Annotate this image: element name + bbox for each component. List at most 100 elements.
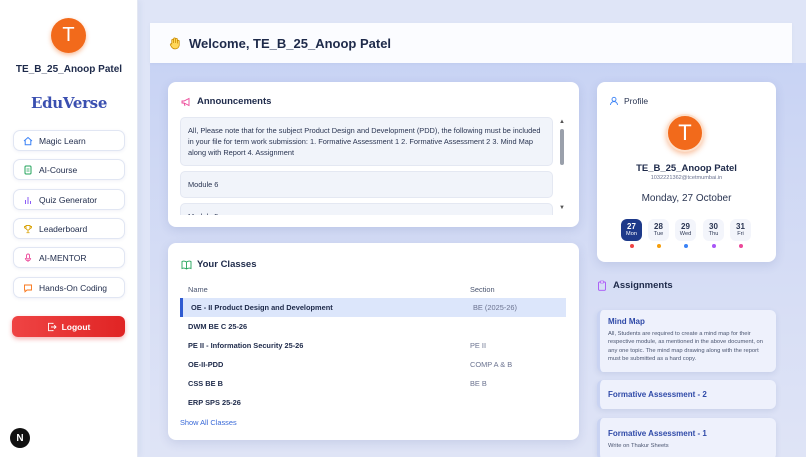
day-number: 30 bbox=[709, 222, 718, 231]
day-weekday: Tue bbox=[653, 231, 664, 237]
sidebar-item-label: Hands-On Coding bbox=[39, 282, 108, 293]
waving-hand-icon bbox=[168, 36, 183, 51]
sidebar-item-leaderboard[interactable]: Leaderboard bbox=[13, 218, 125, 239]
classes-title: Your Classes bbox=[197, 259, 257, 270]
logout-label: Logout bbox=[61, 321, 91, 332]
page-title: Welcome, TE_B_25_Anoop Patel bbox=[189, 35, 392, 51]
scroll-thumb[interactable] bbox=[560, 129, 564, 165]
calendar-day[interactable]: 28 Tue bbox=[648, 219, 669, 241]
class-name: CSS BE B bbox=[188, 379, 223, 388]
dev-badge[interactable]: N bbox=[10, 428, 30, 448]
announcement-item[interactable]: Module 5 bbox=[180, 203, 553, 215]
logout-icon bbox=[47, 322, 57, 332]
trophy-icon bbox=[22, 223, 33, 234]
table-row[interactable]: OE - II Product Design and Development B… bbox=[180, 298, 566, 317]
announcement-item[interactable]: All, Please note that for the subject Pr… bbox=[180, 117, 553, 166]
day-weekday: Fri bbox=[737, 231, 744, 237]
page-header: Welcome, TE_B_25_Anoop Patel bbox=[150, 23, 792, 63]
sidebar-item-ai-mentor[interactable]: AI-MENTOR bbox=[13, 247, 125, 268]
scroll-up-icon[interactable]: ▲ bbox=[559, 119, 565, 125]
sidebar-item-label: Magic Learn bbox=[39, 135, 86, 146]
day-number: 28 bbox=[654, 222, 663, 231]
profile-heading: Profile bbox=[609, 96, 648, 106]
assignment-title: Formative Assessment - 2 bbox=[608, 390, 707, 399]
assignments-heading: Assignments bbox=[597, 280, 673, 291]
user-icon bbox=[609, 96, 619, 106]
announcement-item[interactable]: Module 6 bbox=[180, 171, 553, 198]
event-dot bbox=[684, 244, 688, 248]
sidebar-item-label: Leaderboard bbox=[39, 223, 88, 234]
class-section: BE B bbox=[470, 379, 487, 388]
profile-email: 1032221362@tcetmumbai.in bbox=[650, 175, 723, 181]
class-name: PE II - Information Security 25-26 bbox=[188, 341, 304, 350]
brand-logo[interactable]: EduVerse bbox=[0, 94, 138, 112]
day-weekday: Mon bbox=[626, 231, 637, 237]
document-icon bbox=[22, 164, 33, 175]
profile-title: Profile bbox=[624, 96, 649, 106]
classes-heading: Your Classes bbox=[181, 259, 257, 270]
scroll-down-icon[interactable]: ▼ bbox=[559, 205, 565, 211]
table-row[interactable]: DWM BE C 25-26 bbox=[180, 317, 566, 336]
day-weekday: Thu bbox=[708, 231, 719, 237]
sidebar-item-hands-on-coding[interactable]: Hands-On Coding bbox=[13, 277, 125, 298]
sidebar-item-label: AI-MENTOR bbox=[39, 252, 87, 263]
profile-name: TE_B_25_Anoop Patel bbox=[636, 163, 737, 174]
assignment-description: All, Students are required to create a m… bbox=[608, 331, 764, 363]
announcements-list[interactable]: All, Please note that for the subject Pr… bbox=[180, 117, 553, 215]
sidebar-item-ai-course[interactable]: AI-Course bbox=[13, 159, 125, 180]
assignment-title: Formative Assessment - 1 bbox=[608, 429, 707, 438]
calendar-day[interactable]: 30 Thu bbox=[703, 219, 724, 241]
assignment-item[interactable]: Formative Assessment - 1 Write on Thakur… bbox=[597, 418, 776, 457]
sidebar-item-label: AI-Course bbox=[39, 164, 78, 175]
calendar-day[interactable]: 29 Wed bbox=[675, 219, 696, 241]
current-date: Monday, 27 October bbox=[641, 193, 732, 204]
event-dot bbox=[630, 244, 634, 248]
day-number: 31 bbox=[736, 222, 745, 231]
announcements-heading: Announcements bbox=[181, 96, 271, 107]
class-section: PE II bbox=[470, 341, 487, 350]
column-header-name: Name bbox=[188, 285, 208, 294]
table-row[interactable]: PE II - Information Security 25-26 PE II bbox=[180, 336, 566, 355]
assignment-title: Mind Map bbox=[608, 317, 645, 326]
day-number: 29 bbox=[681, 222, 690, 231]
class-name: DWM BE C 25-26 bbox=[188, 322, 248, 331]
open-book-icon bbox=[181, 260, 192, 270]
logout-button[interactable]: Logout bbox=[12, 316, 125, 337]
assignments-title: Assignments bbox=[613, 280, 673, 291]
class-section: COMP A & B bbox=[470, 360, 513, 369]
table-row[interactable]: ERP SPS 25-26 bbox=[180, 393, 566, 412]
announcements-scrollbar[interactable]: ▲ ▼ bbox=[559, 119, 565, 211]
announcements-card: Announcements All, Please note that for … bbox=[168, 82, 579, 227]
home-icon bbox=[22, 135, 33, 146]
day-weekday: Wed bbox=[679, 231, 692, 237]
table-row[interactable]: OE-II-PDD COMP A & B bbox=[180, 355, 566, 374]
event-dot bbox=[739, 244, 743, 248]
class-name: OE-II-PDD bbox=[188, 360, 224, 369]
sidebar-item-label: Quiz Generator bbox=[39, 194, 98, 205]
assignment-description: Write on Thakur Sheets bbox=[608, 443, 669, 449]
table-row[interactable]: CSS BE B BE B bbox=[180, 374, 566, 393]
calendar-day[interactable]: 31 Fri bbox=[730, 219, 751, 241]
column-header-section: Section bbox=[470, 285, 495, 294]
avatar[interactable]: T bbox=[51, 18, 86, 53]
megaphone-icon bbox=[181, 97, 192, 107]
event-dot bbox=[657, 244, 661, 248]
assignment-item[interactable]: Formative Assessment - 2 bbox=[597, 380, 776, 409]
calendar-day[interactable]: 27 Mon bbox=[621, 219, 642, 241]
sidebar-user-name: TE_B_25_Anoop Patel bbox=[15, 64, 123, 75]
sidebar: T TE_B_25_Anoop Patel EduVerse Magic Lea… bbox=[0, 0, 138, 457]
chat-icon bbox=[22, 282, 33, 293]
sidebar-item-quiz-generator[interactable]: Quiz Generator bbox=[13, 189, 125, 210]
profile-avatar[interactable]: T bbox=[666, 114, 704, 152]
clipboard-icon bbox=[597, 280, 607, 291]
profile-card: Profile T TE_B_25_Anoop Patel 1032221362… bbox=[597, 82, 776, 262]
assignment-item[interactable]: Mind Map All, Students are required to c… bbox=[597, 310, 776, 372]
class-name: ERP SPS 25-26 bbox=[188, 398, 241, 407]
bar-chart-icon bbox=[22, 194, 33, 205]
microphone-icon bbox=[22, 252, 33, 263]
announcements-title: Announcements bbox=[197, 96, 272, 107]
sidebar-item-magic-learn[interactable]: Magic Learn bbox=[13, 130, 125, 151]
day-number: 27 bbox=[627, 222, 636, 231]
show-all-classes-link[interactable]: Show All Classes bbox=[180, 418, 237, 427]
class-section: BE (2025-26) bbox=[473, 303, 517, 312]
